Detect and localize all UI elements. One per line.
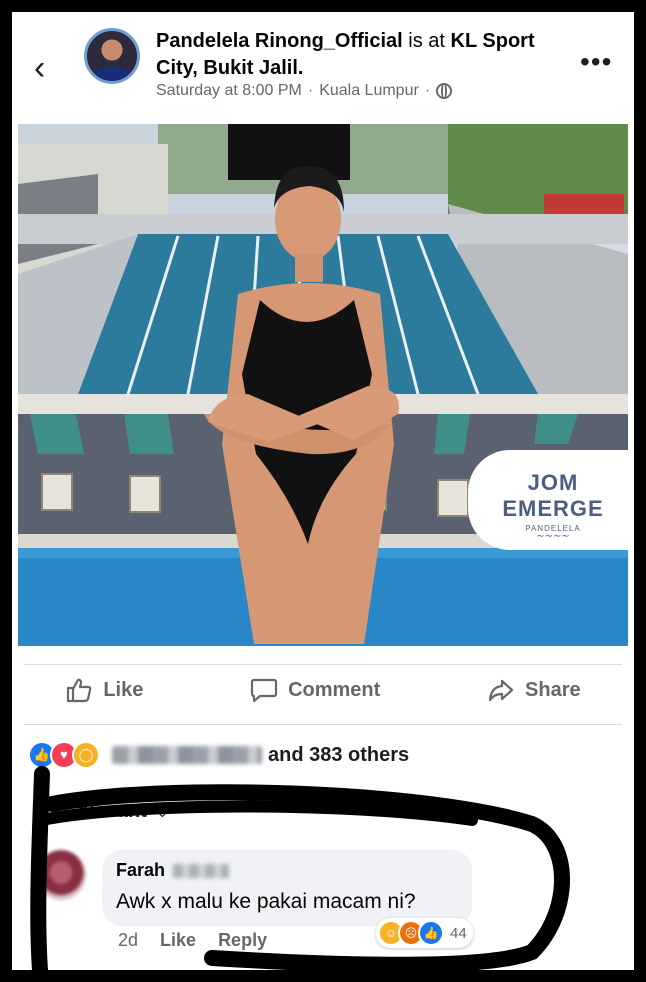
divider-bottom	[24, 724, 622, 725]
thumbs-up-icon	[67, 678, 92, 703]
comment-like-button[interactable]: Like	[160, 930, 196, 951]
meta-separator: ·	[307, 82, 314, 99]
comment-reply-button[interactable]: Reply	[218, 930, 267, 951]
commenter-name-row: Farah	[116, 860, 230, 881]
comment-label: Comment	[288, 678, 381, 701]
like-label: Like	[103, 678, 144, 701]
comment-age: 2d	[118, 930, 139, 950]
comment-text: Awk x malu ke pakai macam ni?	[116, 890, 416, 913]
share-label: Share	[525, 678, 581, 701]
post-actions: Like Comment Share	[12, 668, 634, 712]
brand-line1: JOM	[527, 470, 579, 495]
more-icon[interactable]: •••	[580, 46, 612, 78]
author-avatar[interactable]	[84, 28, 140, 84]
reaction-summary-text: and 383 others	[268, 743, 410, 766]
divider-top	[24, 664, 622, 665]
reaction-summary[interactable]: 👍 ♥ ◯ and 383 others	[28, 740, 409, 770]
blurred-surname	[173, 863, 230, 878]
photo-illustration	[18, 124, 628, 646]
comment-meta: 2d Like Reply	[118, 930, 267, 951]
brand-badge: JOM EMERGE PANDELELA ∼∼∼∼	[468, 450, 628, 550]
chevron-down-icon: ⌵	[156, 804, 168, 820]
share-button[interactable]: Share	[487, 676, 581, 704]
wow-icon: ◯	[72, 741, 100, 769]
comment-button[interactable]: Comment	[250, 676, 380, 704]
comment-bubble[interactable]: Farah Awk x malu ke pakai macam ni?	[102, 850, 472, 926]
comment-filter[interactable]: elevant ⌵	[78, 800, 168, 823]
globe-icon	[436, 83, 453, 99]
comment-reactions[interactable]: ☺ ☹ 👍 44	[376, 918, 473, 948]
connector-text: is at	[408, 30, 445, 52]
comment-reaction-count: 44	[450, 924, 467, 942]
post-header-title: Pandelela Rinong_Official is at KL Sport…	[156, 28, 566, 82]
commenter-avatar[interactable]	[36, 850, 86, 900]
post-time[interactable]: Saturday at 8:00 PM	[156, 82, 302, 100]
meta-separator-2: ·	[424, 82, 431, 99]
back-button[interactable]: ‹	[34, 48, 64, 88]
comment-icon	[250, 678, 278, 703]
wave-icon: ∼∼∼∼	[536, 531, 570, 542]
author-name[interactable]: Pandelela Rinong_Official	[156, 30, 403, 52]
post-meta: Saturday at 8:00 PM · Kuala Lumpur ·	[156, 82, 453, 100]
post-frame: ‹ Pandelela Rinong_Official is at KL Spo…	[12, 12, 634, 970]
comment-like-icon: 👍	[418, 920, 444, 946]
like-button[interactable]: Like	[65, 676, 143, 704]
brand-line2: EMERGE	[502, 496, 604, 521]
post-city[interactable]: Kuala Lumpur	[319, 82, 419, 100]
commenter-name[interactable]: Farah	[116, 860, 165, 881]
comment-filter-label: elevant	[78, 800, 147, 822]
share-icon	[488, 679, 514, 702]
blurred-reactor-name	[112, 746, 262, 764]
post-photo[interactable]: JOM EMERGE PANDELELA ∼∼∼∼	[18, 124, 628, 646]
